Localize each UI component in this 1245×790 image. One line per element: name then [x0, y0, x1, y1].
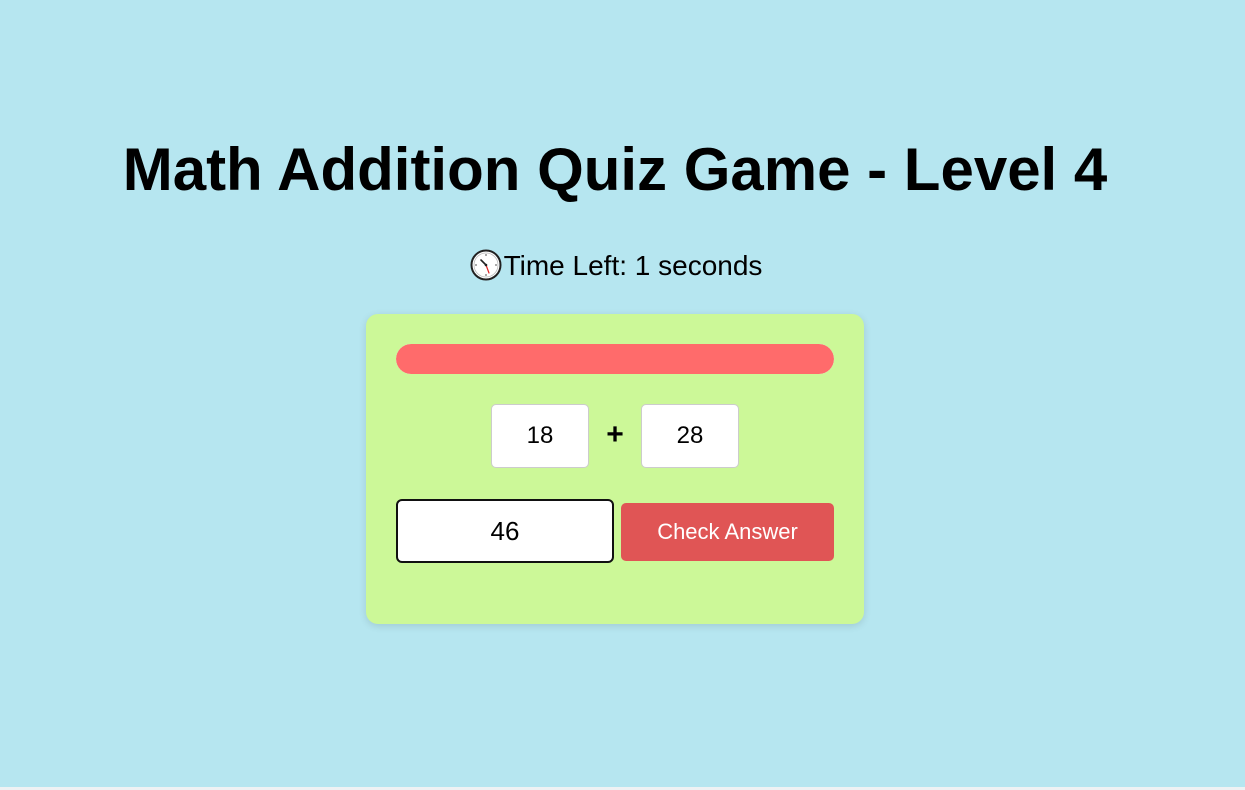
time-progress-bar [396, 344, 834, 374]
answer-input[interactable] [396, 499, 614, 563]
page-title: Math Addition Quiz Game - Level 4 [122, 136, 1108, 203]
alarm-clock-icon [470, 249, 502, 281]
operand-a-box: 18 [491, 404, 589, 468]
check-answer-button[interactable]: Check Answer [621, 503, 834, 561]
plus-operator: + [606, 418, 624, 451]
timer-text: Time Left: 1 seconds [503, 250, 763, 281]
quiz-card: 18 + 28 Check Answer [366, 314, 864, 624]
timer-display: Time Left: 1 seconds [0, 246, 1232, 286]
operand-b-box: 28 [641, 404, 739, 468]
time-progress-fill [396, 344, 834, 374]
